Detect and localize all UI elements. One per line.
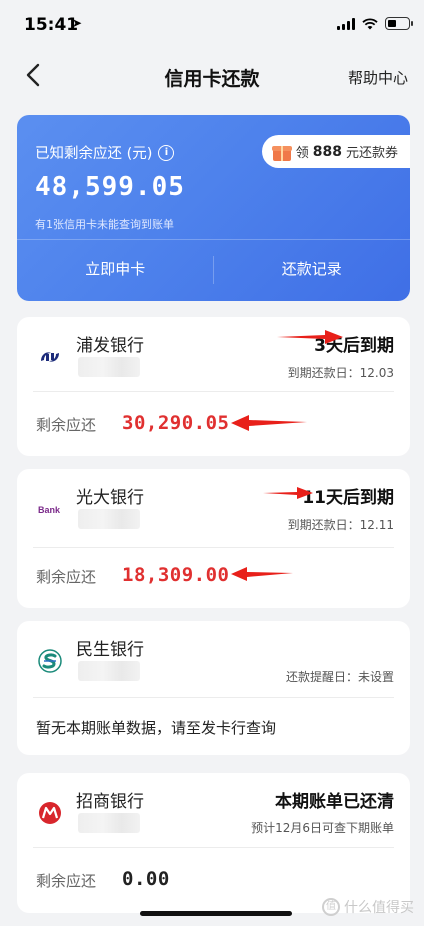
status-icons xyxy=(337,17,413,30)
bank-name: 民生银行 xyxy=(76,640,144,660)
help-center-link[interactable]: 帮助中心 xyxy=(348,67,408,88)
due-date: 到期还款日：12.11 xyxy=(287,518,394,532)
summary-label: 已知剩余应还 (元) xyxy=(35,146,153,162)
total-remaining-amount: 48,599.05 xyxy=(35,172,185,202)
masked-card-number xyxy=(78,661,140,681)
battery-icon xyxy=(385,17,413,30)
bank-card-spdb[interactable]: 浦发银行 3天后到期 到期还款日：12.03 剩余应还 30,290.05 xyxy=(17,317,410,456)
remaining-label: 剩余应还 xyxy=(36,872,97,890)
red-arrow-icon xyxy=(231,415,307,431)
ceb-logo-text: Bank xyxy=(38,505,61,515)
bank-name: 光大银行 xyxy=(76,488,144,508)
due-date: 到期还款日：12.03 xyxy=(287,366,394,380)
due-status: 11天后到期 xyxy=(302,488,394,508)
reminder-date: 还款提醒日：未设置 xyxy=(285,670,394,684)
divider xyxy=(213,256,214,284)
summary-note: 有1张信用卡未能查询到账单 xyxy=(35,218,174,231)
coupon-suffix: 元还款券 xyxy=(345,146,398,161)
spdb-logo-icon xyxy=(41,352,59,362)
red-arrow-icon xyxy=(231,567,293,581)
remaining-amount: 0.00 xyxy=(122,868,170,890)
coupon-amount: 888 xyxy=(312,143,342,160)
apply-card-button[interactable]: 立即申卡 xyxy=(17,240,214,301)
masked-card-number xyxy=(78,813,140,833)
divider xyxy=(33,847,394,848)
home-indicator[interactable] xyxy=(140,911,292,916)
divider xyxy=(33,391,394,392)
status-time: 15:41 xyxy=(24,15,79,35)
signal-icon xyxy=(337,17,355,30)
location-icon: ➤ xyxy=(72,16,83,30)
coupon-prefix: 领 xyxy=(295,146,309,161)
bank-card-cmb[interactable]: 招商银行 本期账单已还清 预计12月6日可查下期账单 剩余应还 0.00 xyxy=(17,773,410,913)
remaining-label: 剩余应还 xyxy=(36,416,97,434)
divider xyxy=(33,547,394,548)
gift-icon xyxy=(271,143,292,161)
status-bar: 15:41 ➤ xyxy=(0,0,424,50)
watermark: 值 什么值得买 xyxy=(322,897,414,917)
bank-card-ceb[interactable]: Bank 光大银行 11天后到期 到期还款日：12.11 剩余应还 18,309… xyxy=(17,469,410,608)
bank-name: 浦发银行 xyxy=(76,336,144,356)
cmb-logo-icon xyxy=(39,802,61,824)
remaining-label: 剩余应还 xyxy=(36,568,97,586)
summary-label-row: 已知剩余应还 (元) i xyxy=(35,142,175,163)
masked-card-number xyxy=(78,509,140,529)
coupon-button[interactable]: 领 888 元还款券 xyxy=(261,135,410,168)
masked-card-number xyxy=(78,357,140,377)
watermark-logo-icon: 值 xyxy=(322,898,340,916)
bank-card-cmbc[interactable]: 民生银行 还款提醒日：未设置 暂无本期账单数据，请至发卡行查询 xyxy=(17,621,410,755)
remaining-amount: 18,309.00 xyxy=(122,564,230,586)
divider xyxy=(33,697,394,698)
remaining-amount: 30,290.05 xyxy=(122,412,230,434)
watermark-text: 什么值得买 xyxy=(344,900,414,916)
info-icon[interactable]: i xyxy=(158,144,175,161)
red-arrow-icon xyxy=(263,487,313,499)
repayment-record-button[interactable]: 还款记录 xyxy=(214,240,411,301)
summary-card: 已知剩余应还 (元) i 48,599.05 有1张信用卡未能查询到账单 领 88… xyxy=(17,115,410,301)
cmbc-logo-icon xyxy=(38,649,62,673)
red-arrow-icon xyxy=(277,330,343,344)
ceb-logo-icon: Bank xyxy=(38,505,61,515)
next-bill-date: 预计12月6日可查下期账单 xyxy=(251,821,394,835)
bank-name: 招商银行 xyxy=(76,792,144,812)
bill-status: 本期账单已还清 xyxy=(275,792,394,812)
nav-bar: 信用卡还款 帮助中心 xyxy=(0,50,424,102)
wifi-icon xyxy=(362,17,378,29)
no-bill-message: 暂无本期账单数据，请至发卡行查询 xyxy=(36,719,277,737)
